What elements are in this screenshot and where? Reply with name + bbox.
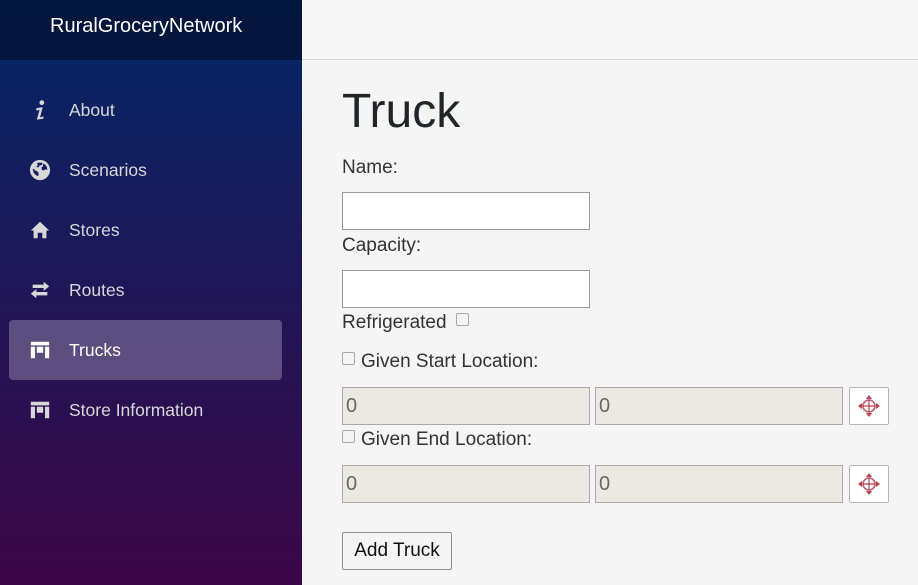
start-location-row: Given Start Location: [342, 350, 538, 374]
dashboard-icon [28, 398, 52, 422]
name-input[interactable] [342, 192, 590, 230]
start-x-input[interactable] [342, 387, 590, 425]
crosshair-icon [858, 395, 880, 417]
nav-label: Routes [69, 279, 125, 300]
page-title: Truck [342, 85, 461, 138]
brand-title[interactable]: RuralGroceryNetwork [0, 0, 302, 60]
nav-item-store-information[interactable]: Store Information [9, 380, 282, 440]
crosshair-icon [858, 473, 880, 495]
refrigerated-checkbox[interactable] [455, 313, 469, 327]
end-location-checkbox[interactable] [342, 430, 355, 444]
nav-label: Store Information [69, 399, 204, 420]
add-truck-button[interactable]: Add Truck [342, 532, 452, 570]
nav-item-routes[interactable]: Routes [9, 260, 282, 320]
nav-label: About [69, 99, 115, 120]
start-location-label: Given Start Location: [361, 351, 539, 372]
nav-label: Trucks [69, 339, 121, 360]
name-label: Name: [342, 157, 398, 178]
capacity-input[interactable] [342, 270, 590, 308]
start-y-input[interactable] [595, 387, 843, 425]
nav-item-stores[interactable]: Stores [9, 200, 282, 260]
globe-icon [28, 158, 52, 182]
sidebar: RuralGroceryNetwork About Scenarios Stor… [0, 0, 302, 585]
capacity-label: Capacity: [342, 235, 422, 256]
nav-item-scenarios[interactable]: Scenarios [9, 140, 282, 200]
nav-label: Stores [69, 219, 120, 240]
nav-item-trucks[interactable]: Trucks [9, 320, 282, 380]
main-content: Truck Name: Capacity: Refrigerated Given… [342, 60, 918, 585]
start-location-pick-button[interactable] [849, 387, 889, 425]
end-x-input[interactable] [342, 465, 590, 503]
end-location-pick-button[interactable] [849, 465, 889, 503]
dashboard-icon [28, 338, 52, 362]
end-location-label: Given End Location: [361, 429, 533, 450]
info-icon [28, 98, 52, 122]
nav-label: Scenarios [69, 159, 147, 180]
top-bar [302, 0, 918, 60]
nav-item-about[interactable]: About [9, 80, 282, 140]
end-y-input[interactable] [595, 465, 843, 503]
transfer-icon [28, 278, 52, 302]
refrigerated-label: Refrigerated [342, 312, 447, 333]
home-icon [28, 218, 52, 242]
refrigerated-row: Refrigerated [342, 311, 469, 335]
start-location-checkbox[interactable] [342, 352, 355, 366]
end-location-row: Given End Location: [342, 428, 532, 452]
